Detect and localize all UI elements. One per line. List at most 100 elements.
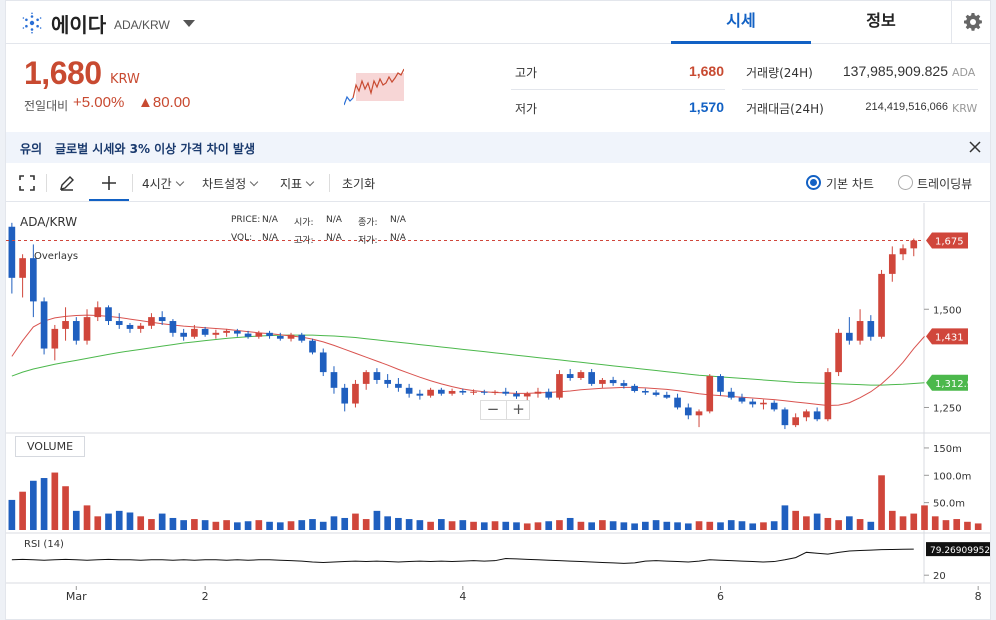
- volume-bar: [652, 520, 660, 530]
- candle: [137, 325, 145, 329]
- candle: [223, 330, 230, 333]
- x-tick-label: 2: [202, 590, 209, 603]
- volume-bar: [931, 516, 939, 530]
- basic-chart-label[interactable]: 기본 차트: [826, 175, 874, 192]
- candle: [480, 391, 488, 393]
- gear-icon[interactable]: [963, 12, 983, 32]
- chevron-down-icon: [249, 177, 259, 187]
- volume-bar: [523, 523, 531, 530]
- chevron-down-icon: [175, 177, 184, 187]
- volume-bar: [642, 521, 649, 530]
- volume-bar: [319, 521, 327, 530]
- candle: [856, 321, 864, 341]
- open-info-value: N/A: [326, 215, 342, 225]
- volume-bar: [706, 521, 714, 530]
- candle: [792, 417, 799, 426]
- candle: [491, 391, 499, 393]
- volume-bar: [287, 521, 295, 530]
- low-value: 1,570: [688, 99, 724, 115]
- candle: [266, 332, 273, 336]
- price-info-label: PRICE:: [231, 215, 261, 225]
- volume-bar: [480, 522, 488, 530]
- chart-settings-dropdown[interactable]: 차트설정: [202, 175, 259, 192]
- volume-bar: [899, 516, 907, 530]
- toolbar-separator: [46, 174, 47, 192]
- candle: [556, 374, 563, 398]
- tab-quote[interactable]: 시세: [671, 1, 811, 44]
- high-value: 1,680: [688, 63, 724, 79]
- volume-bar: [384, 516, 391, 530]
- candle: [824, 372, 832, 420]
- volume-bar: [964, 521, 971, 530]
- candle: [803, 411, 810, 418]
- candle: [899, 248, 907, 255]
- volume-bar: [534, 522, 542, 530]
- candle: [523, 393, 531, 397]
- volume-label: 거래량(24H): [746, 66, 813, 80]
- candle: [212, 332, 220, 335]
- candle: [405, 387, 413, 394]
- chevron-down-icon: [305, 177, 315, 187]
- volume-bar: [813, 513, 821, 530]
- tradingview-radio[interactable]: [898, 175, 913, 190]
- stats-divider-2: [742, 89, 978, 90]
- candle: [309, 340, 316, 353]
- tradingview-label[interactable]: 트레이딩뷰: [917, 175, 972, 192]
- toolbar-separator: [132, 174, 133, 192]
- candle: [620, 383, 628, 386]
- low-info-label: 저가:: [358, 236, 378, 246]
- volume-bar: [115, 510, 123, 530]
- volume-tick-label: 100.0m: [933, 471, 971, 482]
- candle: [781, 409, 789, 426]
- volume-bar: [803, 516, 810, 530]
- notice-tag: 유의: [20, 142, 43, 156]
- high-label: 고가: [515, 66, 538, 80]
- zoom-out-button[interactable]: −: [481, 401, 505, 419]
- coin-pair[interactable]: ADA/KRW: [114, 18, 170, 32]
- volume-bar: [749, 523, 757, 530]
- volume-bar: [405, 519, 413, 530]
- cardano-logo-icon: [22, 12, 42, 34]
- zoom-in-button[interactable]: +: [506, 401, 530, 419]
- tab-info[interactable]: 정보: [811, 1, 951, 44]
- volume-bar: [491, 521, 499, 530]
- volume-bar: [30, 480, 37, 530]
- coin-select-caret-icon[interactable]: [183, 20, 195, 27]
- candle: [609, 379, 617, 384]
- coin-name[interactable]: 에이다: [51, 9, 106, 38]
- volume-bar: [276, 522, 284, 530]
- overlays-label[interactable]: Overlays: [34, 251, 78, 262]
- stats-divider: [511, 89, 725, 90]
- volume-bar: [180, 520, 187, 530]
- crosshair-icon[interactable]: [99, 173, 119, 193]
- candle: [577, 372, 585, 378]
- candle: [384, 379, 391, 384]
- candle: [674, 397, 681, 408]
- reset-button[interactable]: 초기화: [342, 175, 375, 192]
- candle: [287, 334, 295, 339]
- candle: [255, 332, 263, 337]
- vol-info-value: N/A: [262, 233, 278, 243]
- volume-bar: [438, 519, 445, 530]
- volume-bar: [459, 520, 467, 530]
- volume-bar: [556, 520, 563, 530]
- indicators-dropdown[interactable]: 지표: [280, 175, 315, 192]
- volume-bar: [577, 521, 585, 530]
- volume-bar: [717, 522, 724, 530]
- volume-bar: [835, 520, 842, 530]
- volume-bar: [244, 521, 252, 530]
- pencil-icon[interactable]: [57, 173, 77, 193]
- candle: [298, 334, 306, 341]
- basic-chart-radio[interactable]: [806, 175, 821, 190]
- x-tick-label: Mar: [66, 590, 87, 603]
- fullscreen-icon[interactable]: [17, 173, 37, 193]
- volume-bar: [684, 523, 692, 530]
- close-icon[interactable]: [967, 139, 983, 155]
- interval-dropdown[interactable]: 4시간: [142, 175, 184, 192]
- low-label: 저가: [515, 102, 538, 116]
- low-info-value: N/A: [390, 233, 406, 243]
- volume-bar: [330, 516, 338, 530]
- volume-bar: [738, 521, 746, 530]
- volume-bar: [19, 491, 26, 530]
- volume-bar: [191, 519, 198, 530]
